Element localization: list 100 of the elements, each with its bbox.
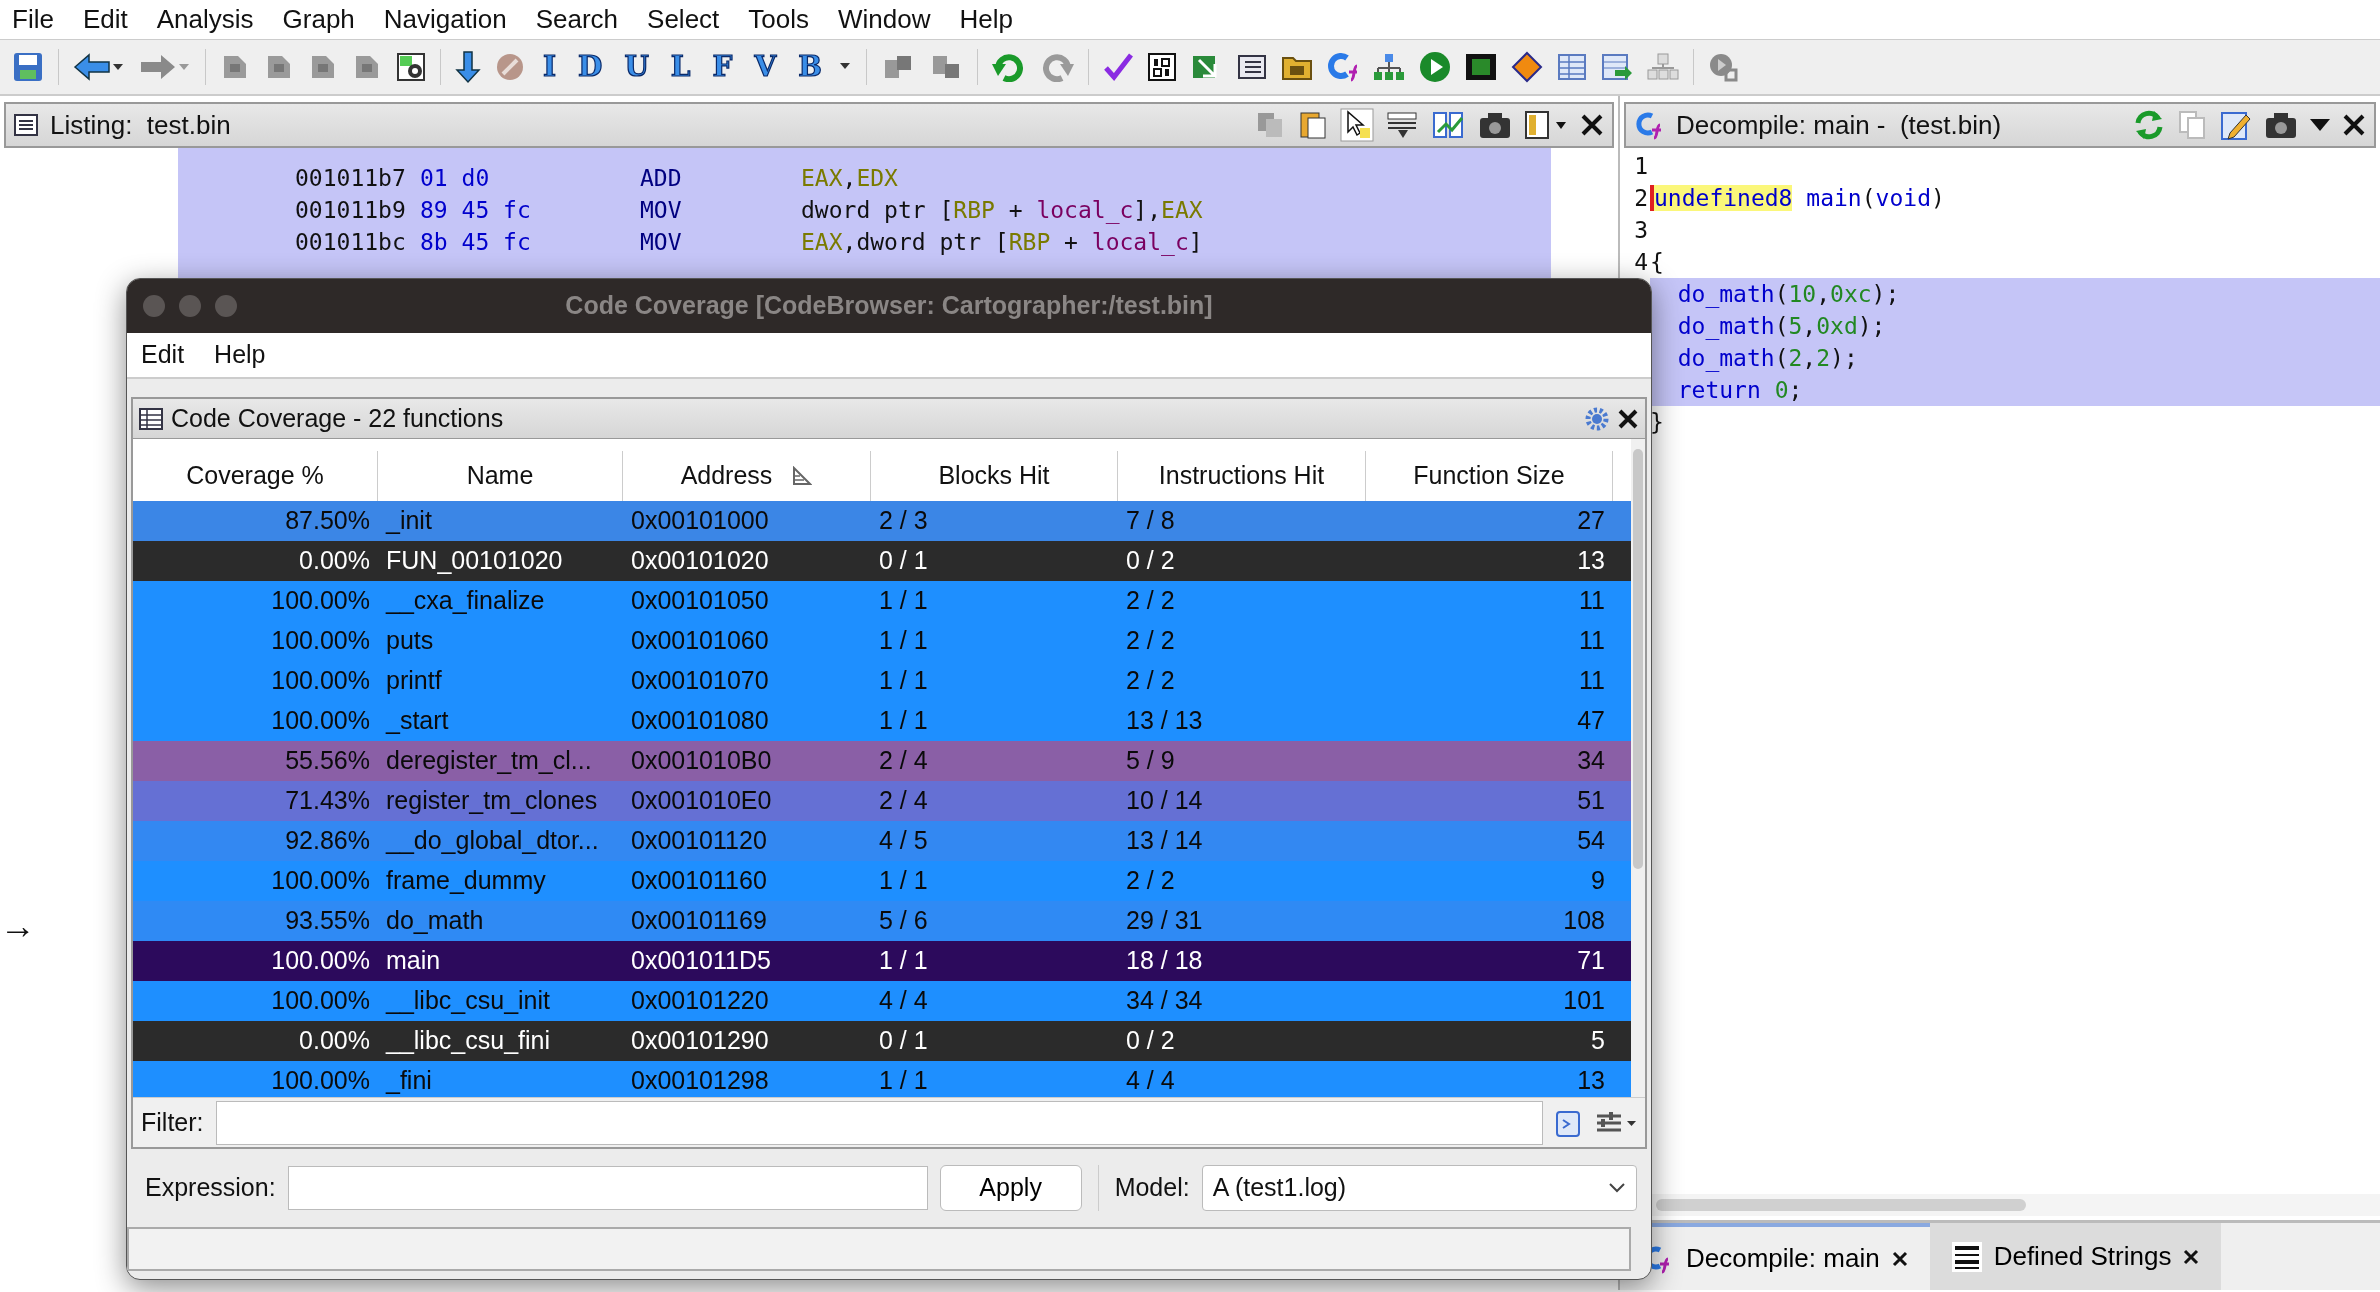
table-cell-text: 7 / 8: [1125, 505, 1176, 537]
table-cell-text: 5 / 9: [1125, 745, 1176, 777]
table-row[interactable]: 0.00% FUN_00101020 0x00101020 0 / 1 0 / 2 13: [133, 541, 1631, 581]
menu-item[interactable]: Navigation: [383, 0, 526, 39]
code-text: do_math(2,2);: [1677, 343, 1858, 374]
table-cell-text: 2 / 2: [1125, 665, 1176, 697]
table-cell-text: printf: [385, 665, 443, 697]
listing-icon: [14, 114, 38, 136]
apply-button[interactable]: Apply: [939, 1165, 1082, 1211]
table-row[interactable]: 100.00% printf 0x00101070 1 / 1 2 / 2 11: [133, 661, 1631, 701]
menu-item[interactable]: Select: [647, 0, 739, 39]
line-number: 1: [1633, 151, 1649, 181]
table-row[interactable]: 0.00% __libc_csu_fini 0x00101290 0 / 1 0 / 2 5: [133, 1021, 1631, 1061]
table-cell-text: 0x00101160: [630, 865, 768, 897]
window-list-icon[interactable]: [1236, 52, 1267, 82]
table-cell-text: 47: [1576, 705, 1606, 737]
cf-icon[interactable]: [1326, 52, 1359, 82]
menu-item[interactable]: File: [12, 0, 73, 39]
back-arrow-icon[interactable]: [73, 52, 125, 82]
camera-icon[interactable]: [2264, 110, 2298, 140]
letter-button[interactable]: V: [750, 53, 781, 81]
menu-item[interactable]: Help: [959, 0, 1032, 39]
code-text: do_math(10,0xc);: [1677, 279, 1900, 310]
table-cell-text: 11: [1578, 665, 1606, 697]
table-cell-text: 4 / 4: [878, 985, 929, 1017]
table-cell-text: 2 / 4: [878, 785, 929, 817]
menu-item[interactable]: Graph: [282, 0, 374, 39]
table-export-icon[interactable]: [1600, 52, 1633, 82]
snapshot-icon[interactable]: [396, 52, 426, 82]
letter-button[interactable]: L: [666, 53, 695, 81]
forward-arrow-icon[interactable]: [139, 52, 191, 82]
checkmark-icon[interactable]: [1102, 52, 1133, 82]
diff-view-icon[interactable]: [1432, 110, 1466, 140]
table-cell-text: 1 / 1: [878, 625, 929, 657]
play-record-icon[interactable]: [1707, 52, 1738, 82]
highlighted-text: main: [1805, 184, 1862, 211]
letter-button[interactable]: U: [620, 53, 653, 81]
operands-text: EAX,EDX: [801, 163, 898, 193]
tab[interactable]: Defined Strings: [1929, 1223, 2222, 1290]
table-row[interactable]: 92.86% __do_global_dtor... 0x00101120 4 / 5 13 / 14 54: [133, 821, 1631, 861]
table-cell-text: 0 / 2: [1125, 545, 1176, 577]
table-row[interactable]: 100.00% __cxa_finalize 0x00101050 1 / 1 2 / 2 11: [133, 581, 1631, 621]
close-icon[interactable]: [1617, 407, 1639, 430]
field-list-icon[interactable]: [1386, 110, 1420, 140]
cursor-icon[interactable]: [1340, 108, 1374, 142]
panel-title: Code Coverage - 22 functions: [171, 402, 505, 434]
menu-item[interactable]: Search: [535, 0, 638, 39]
chip-icon[interactable]: [1464, 52, 1497, 82]
table-cell-text: main: [385, 945, 442, 977]
menu-item[interactable]: Analysis: [156, 0, 273, 39]
table-cell-text: 51: [1576, 785, 1606, 817]
caret-icon[interactable]: [839, 63, 852, 71]
edit-icon[interactable]: [2220, 109, 2252, 141]
layout-icon[interactable]: [1524, 110, 1568, 140]
menu-item[interactable]: Edit: [82, 0, 147, 39]
menu-item[interactable]: Help: [214, 336, 266, 374]
menu-item[interactable]: Window: [838, 0, 950, 39]
code-text: return 0;: [1677, 375, 1803, 405]
table-row[interactable]: 87.50% _init 0x00101000 2 / 3 7 / 8 27: [133, 501, 1631, 541]
panel-title: Decompile: main - (test.bin): [1676, 108, 2003, 142]
line-number: 2: [1633, 183, 1649, 213]
menu-item[interactable]: Edit: [141, 336, 185, 374]
filter-options-icon[interactable]: [1595, 1110, 1637, 1135]
down-arrow-icon[interactable]: [455, 50, 481, 84]
undo-icon[interactable]: [991, 52, 1026, 82]
close-icon[interactable]: [1891, 1250, 1908, 1267]
table-row[interactable]: 93.55% do_math 0x00101169 5 / 6 29 / 31 108: [133, 901, 1631, 941]
close-icon[interactable]: [2342, 113, 2366, 137]
settings-icon[interactable]: [1585, 406, 1609, 431]
table-row[interactable]: 100.00% main 0x001011D5 1 / 1 18 / 18 71: [133, 941, 1631, 981]
model-dropdown[interactable]: A (test1.log): [1201, 1165, 1637, 1211]
table-row[interactable]: 100.00% frame_dummy 0x00101160 1 / 1 2 / 2 9: [133, 861, 1631, 901]
filter-field[interactable]: [215, 1100, 1543, 1145]
table-row[interactable]: 100.00% __libc_csu_init 0x00101220 4 / 4 34 / 34 101: [133, 981, 1631, 1021]
diamond-icon[interactable]: [1510, 51, 1543, 83]
table-cell-text: 0x00101020: [630, 545, 770, 577]
cf-icon: [1634, 110, 1664, 140]
binary-icon[interactable]: [1146, 52, 1177, 82]
table-cell-text: 100.00%: [270, 945, 371, 977]
close-icon[interactable]: [2183, 1248, 2200, 1265]
paste-icon[interactable]: [1298, 110, 1328, 140]
save-icon[interactable]: [12, 51, 44, 83]
camera-icon[interactable]: [1478, 110, 1512, 140]
table-row[interactable]: 100.00% _fini 0x00101298 1 / 1 4 / 4 13: [133, 1061, 1631, 1097]
expression-field[interactable]: [287, 1166, 928, 1210]
table-row[interactable]: 100.00% puts 0x00101060 1 / 1 2 / 2 11: [133, 621, 1631, 661]
table-row[interactable]: 55.56% deregister_tm_cl... 0x001010B0 2 / 4 5 / 9 34: [133, 741, 1631, 781]
mnemonic-text: MOV: [640, 195, 683, 225]
table-row[interactable]: 71.43% register_tm_clones 0x001010E0 2 / 4 10 / 14 51: [133, 781, 1631, 821]
menu-item[interactable]: Tools: [748, 0, 829, 39]
table-row[interactable]: 100.00% _start 0x00101080 1 / 1 13 / 13 47: [133, 701, 1631, 741]
model-label: Model:: [1114, 1172, 1190, 1204]
caret-icon[interactable]: [2310, 119, 2330, 131]
table-cell-text: 0 / 2: [1125, 1025, 1176, 1057]
play-icon[interactable]: [1418, 51, 1451, 83]
table-cell-text: 100.00%: [270, 865, 371, 897]
code-text: do_math(5,0xd);: [1677, 311, 1886, 342]
close-icon[interactable]: [1580, 113, 1604, 137]
hierarchy-icon[interactable]: [1372, 52, 1405, 82]
table-icon[interactable]: [1556, 52, 1587, 82]
